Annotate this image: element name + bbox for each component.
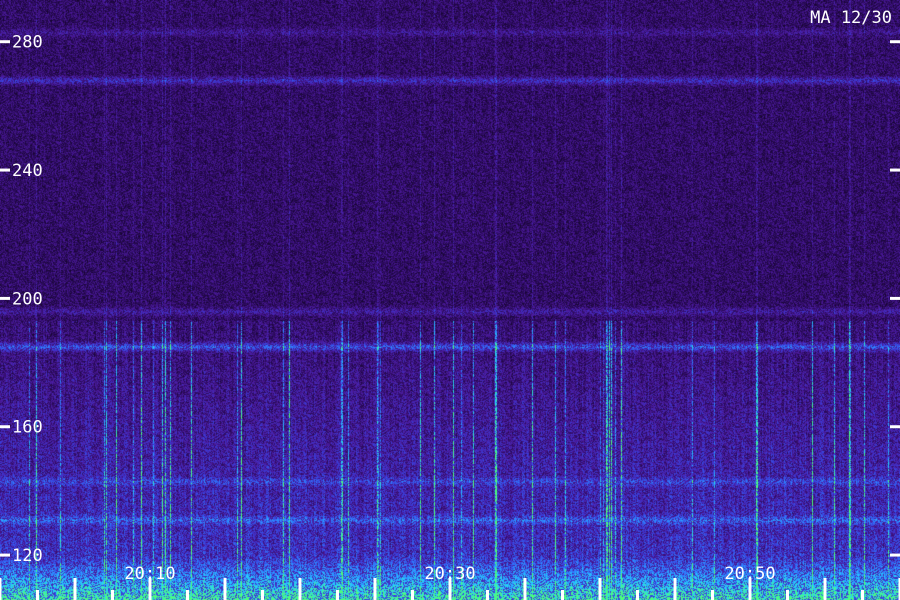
chart-overlay: 120 160 200 240 280 20:10 20:30 20:50 MA 12/30 — [0, 8, 900, 600]
x-tick-label: 20:10 — [124, 564, 175, 584]
y-tick-label: 120 — [12, 546, 43, 566]
y-tick-label: 160 — [12, 418, 43, 438]
x-tick-label: 20:50 — [724, 564, 775, 584]
x-axis: 20:10 20:30 20:50 — [0, 564, 900, 600]
y-tick-label: 240 — [12, 161, 43, 181]
x-tick-label: 20:30 — [424, 564, 475, 584]
chart-title: MA 12/30 — [810, 8, 892, 28]
y-tick-label: 200 — [12, 289, 43, 309]
spectrogram-chart: 120 160 200 240 280 20:10 20:30 20:50 MA 12/30 — [0, 0, 900, 600]
y-tick-label: 280 — [12, 33, 43, 53]
y-axis: 120 160 200 240 280 — [0, 33, 900, 566]
